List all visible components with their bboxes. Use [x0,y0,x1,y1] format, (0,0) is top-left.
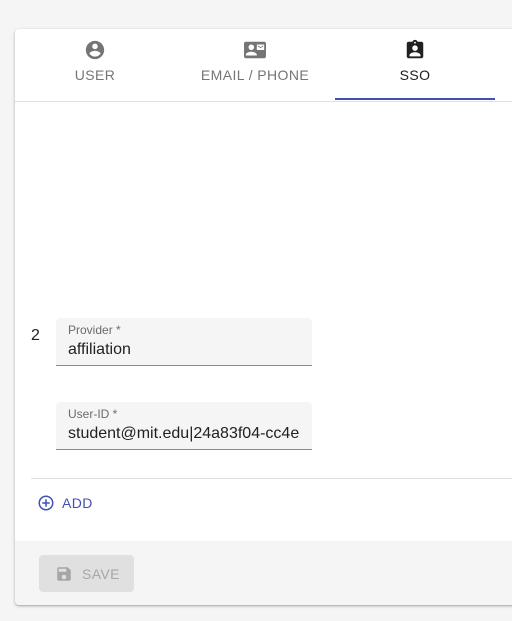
tab-user-label: USER [74,67,116,83]
sso-row-index: 2 [31,327,40,344]
tab-bar: USER EMAIL / PHONE SSO [15,29,512,102]
user-id-field[interactable]: User-ID * [56,402,312,450]
assignment-ind-icon [406,39,424,59]
card-footer: SAVE [15,541,512,605]
save-button[interactable]: SAVE [39,555,134,592]
contact-mail-icon [244,41,266,59]
tab-user[interactable]: USER [15,29,175,101]
provider-input[interactable] [68,339,300,361]
user-id-input[interactable] [68,423,300,445]
user-edit-card: USER EMAIL / PHONE SSO 2 Provider * User… [15,29,512,605]
tab-sso[interactable]: SSO [335,29,495,101]
tab-email-phone[interactable]: EMAIL / PHONE [175,29,335,101]
add-sso-button[interactable]: ADD [37,491,93,515]
account-circle-icon [85,40,105,60]
add-button-label: ADD [62,495,93,511]
save-icon [57,566,71,581]
save-button-label: SAVE [82,565,120,582]
provider-field-label: Provider * [68,323,121,337]
add-circle-outline-icon [38,495,54,511]
active-tab-indicator [335,98,495,100]
divider [31,478,512,479]
tab-email-phone-label: EMAIL / PHONE [200,67,310,83]
user-id-field-label: User-ID * [68,407,118,421]
tab-sso-label: SSO [399,67,431,83]
provider-field[interactable]: Provider * [56,318,312,366]
